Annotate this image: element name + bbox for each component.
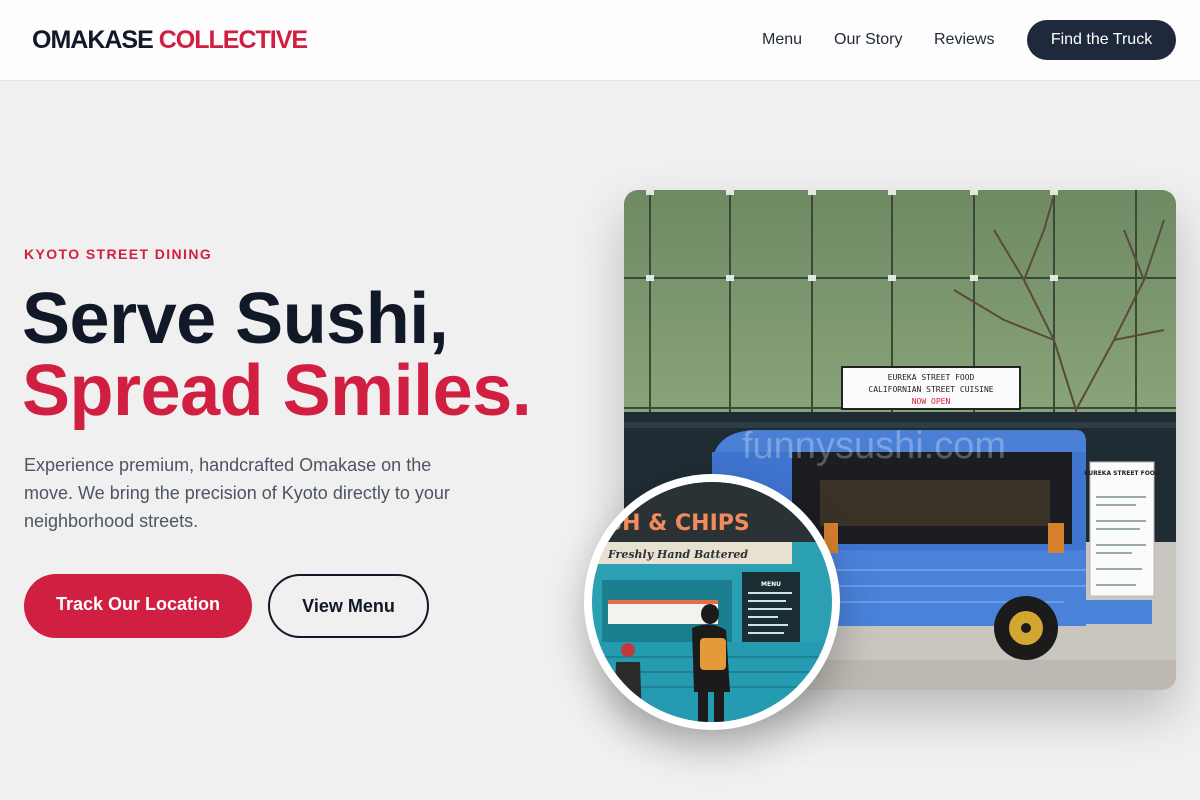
logo-part-2: COLLECTIVE <box>158 26 308 54</box>
nav-our-story-link[interactable]: Our Story <box>834 30 902 50</box>
hero-eyebrow: KYOTO STREET DINING <box>24 246 213 262</box>
truck-sign-line-2: CALIFORNIAN STREET CUISINE <box>868 385 993 394</box>
nav-menu-link[interactable]: Menu <box>762 30 802 50</box>
inset-sign: SH & CHIPS <box>606 511 749 536</box>
find-the-truck-button[interactable]: Find the Truck <box>1027 20 1176 60</box>
truck-sign-line-3: NOW OPEN <box>912 397 951 406</box>
inset-photo-frame: SH & CHIPS Freshly Hand Battered MENU <box>584 474 840 730</box>
hero-description: Experience premium, handcrafted Omakase … <box>24 455 450 531</box>
fish-and-chips-truck-photo: SH & CHIPS Freshly Hand Battered MENU <box>592 482 832 722</box>
inset-subsign: Freshly Hand Battered <box>607 548 748 561</box>
hero-headline-line-2: Spread Smiles. <box>22 351 532 431</box>
watermark: funnysushi.com <box>742 425 1006 467</box>
truck-sign-line-1: EUREKA STREET FOOD <box>888 373 975 382</box>
view-menu-button[interactable]: View Menu <box>268 574 429 638</box>
inset-menu-label: MENU <box>761 581 781 588</box>
site-header: OMAKASE COLLECTIVE Menu Our Story Review… <box>0 0 1200 81</box>
logo[interactable]: OMAKASE COLLECTIVE <box>32 26 308 54</box>
track-location-button[interactable]: Track Our Location <box>24 574 252 638</box>
hero-headline-line-1: Serve Sushi, <box>22 279 449 359</box>
nav-reviews-link[interactable]: Reviews <box>934 30 994 50</box>
menu-board-title: EUREKA STREET FOOD <box>1084 470 1160 477</box>
logo-part-1: OMAKASE <box>32 26 154 54</box>
